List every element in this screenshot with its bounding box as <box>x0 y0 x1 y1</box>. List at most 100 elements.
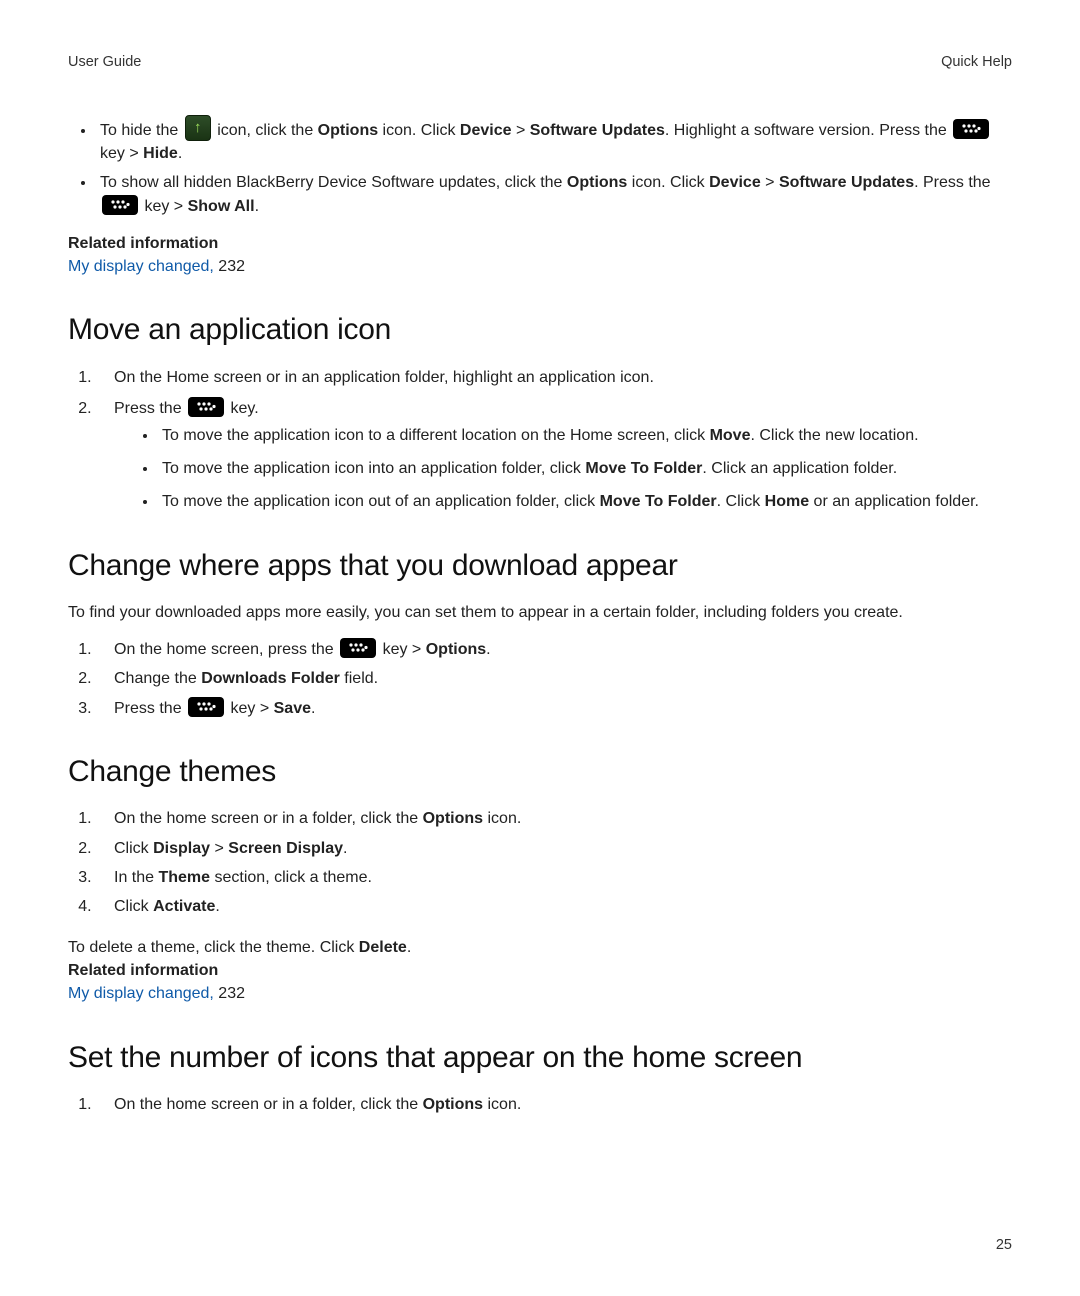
text: Change the <box>114 670 201 687</box>
themes-step-3: In the Theme section, click a theme. <box>96 866 1012 889</box>
screen-display-bold: Screen Display <box>228 840 343 857</box>
text: . <box>407 939 411 956</box>
text: > <box>210 840 228 857</box>
options-bold: Options <box>567 174 627 191</box>
move-bold: Move <box>710 427 751 444</box>
move-sub-3: To move the application icon out of an a… <box>158 490 1012 513</box>
text: . Click the new location. <box>750 427 918 444</box>
options-bold: Options <box>423 1096 483 1113</box>
device-bold: Device <box>709 174 761 191</box>
download-step-3: Press the key > Save. <box>96 697 1012 720</box>
bb-key-icon <box>953 119 989 139</box>
text: On the home screen or in a folder, click… <box>114 810 423 827</box>
download-step-1: On the home screen, press the key > Opti… <box>96 638 1012 661</box>
intro-bullet-showall: To show all hidden BlackBerry Device Sof… <box>96 171 1012 217</box>
themes-steps: On the home screen or in a folder, click… <box>68 807 1012 918</box>
text: icon. <box>483 810 521 827</box>
related-line: My display changed, 232 <box>68 982 1012 1005</box>
display-bold: Display <box>153 840 210 857</box>
delete-theme-note: To delete a theme, click the theme. Clic… <box>68 936 1012 959</box>
bb-key-icon <box>188 697 224 717</box>
text: . Highlight a software version. Press th… <box>665 122 951 139</box>
software-updates-bold: Software Updates <box>779 174 914 191</box>
download-steps: On the home screen, press the key > Opti… <box>68 638 1012 720</box>
text: > <box>512 122 530 139</box>
text: key > <box>144 198 187 215</box>
text: Press the <box>114 400 186 417</box>
options-bold: Options <box>426 641 486 658</box>
text: Click <box>114 898 153 915</box>
move-sub-2: To move the application icon into an app… <box>158 457 1012 480</box>
related-page-ref: 232 <box>214 985 245 1002</box>
header-right: Quick Help <box>941 52 1012 73</box>
setnum-steps: On the home screen or in a folder, click… <box>68 1093 1012 1116</box>
bb-key-icon <box>102 195 138 215</box>
downloads-folder-bold: Downloads Folder <box>201 670 340 687</box>
move-step-1: On the Home screen or in an application … <box>96 366 1012 389</box>
hide-bold: Hide <box>143 145 178 162</box>
themes-step-2: Click Display > Screen Display. <box>96 837 1012 860</box>
text: In the <box>114 869 158 886</box>
move-to-folder-bold: Move To Folder <box>585 460 702 477</box>
page: User Guide Quick Help To hide the icon, … <box>0 0 1080 1296</box>
related-page-ref: 232 <box>214 258 245 275</box>
text: icon. Click <box>627 174 709 191</box>
text: . Click <box>717 493 765 510</box>
themes-step-1: On the home screen or in a folder, click… <box>96 807 1012 830</box>
text: To delete a theme, click the theme. Clic… <box>68 939 359 956</box>
download-step-2: Change the Downloads Folder field. <box>96 667 1012 690</box>
text: . Click an application folder. <box>702 460 897 477</box>
text: section, click a theme. <box>210 869 372 886</box>
text: . <box>255 198 259 215</box>
page-number: 25 <box>996 1235 1012 1256</box>
text: > <box>761 174 779 191</box>
move-to-folder-bold: Move To Folder <box>600 493 717 510</box>
related-link-my-display-changed[interactable]: My display changed, <box>68 258 214 275</box>
text: icon. Click <box>378 122 460 139</box>
text: To move the application icon to a differ… <box>162 427 710 444</box>
text: . <box>486 641 490 658</box>
heading-set-icon-count: Set the number of icons that appear on t… <box>68 1036 1012 1080</box>
text: Press the <box>114 700 186 717</box>
intro-bullet-list: To hide the icon, click the Options icon… <box>68 115 1012 218</box>
text: . <box>343 840 347 857</box>
text: On the home screen or in a folder, click… <box>114 1096 423 1113</box>
header-left: User Guide <box>68 52 141 73</box>
show-all-bold: Show All <box>188 198 255 215</box>
text: icon, click the <box>217 122 317 139</box>
move-steps: On the Home screen or in an application … <box>68 366 1012 514</box>
related-title: Related information <box>68 232 1012 255</box>
text: or an application folder. <box>809 493 979 510</box>
text: To hide the <box>100 122 183 139</box>
theme-bold: Theme <box>158 869 210 886</box>
activate-bold: Activate <box>153 898 215 915</box>
text: icon. <box>483 1096 521 1113</box>
text: key > <box>383 641 426 658</box>
text: . Press the <box>914 174 990 191</box>
text: . <box>311 700 315 717</box>
move-step-2: Press the key. To move the application i… <box>96 397 1012 514</box>
page-header: User Guide Quick Help <box>68 52 1012 73</box>
heading-move-app-icon: Move an application icon <box>68 308 1012 352</box>
device-bold: Device <box>460 122 512 139</box>
bb-key-icon <box>340 638 376 658</box>
themes-step-4: Click Activate. <box>96 895 1012 918</box>
text: field. <box>340 670 378 687</box>
text: key > <box>230 700 273 717</box>
options-bold: Options <box>318 122 378 139</box>
text: To show all hidden BlackBerry Device Sof… <box>100 174 567 191</box>
text: On the home screen, press the <box>114 641 338 658</box>
intro-bullet-hide: To hide the icon, click the Options icon… <box>96 115 1012 165</box>
delete-bold: Delete <box>359 939 407 956</box>
text: Click <box>114 840 153 857</box>
home-bold: Home <box>765 493 809 510</box>
text: key. <box>230 400 258 417</box>
heading-change-themes: Change themes <box>68 750 1012 794</box>
text: key > <box>100 145 143 162</box>
text: To move the application icon into an app… <box>162 460 585 477</box>
related-information: Related information My display changed, … <box>68 959 1012 1005</box>
save-bold: Save <box>274 700 311 717</box>
related-line: My display changed, 232 <box>68 255 1012 278</box>
options-bold: Options <box>423 810 483 827</box>
related-link-my-display-changed[interactable]: My display changed, <box>68 985 214 1002</box>
